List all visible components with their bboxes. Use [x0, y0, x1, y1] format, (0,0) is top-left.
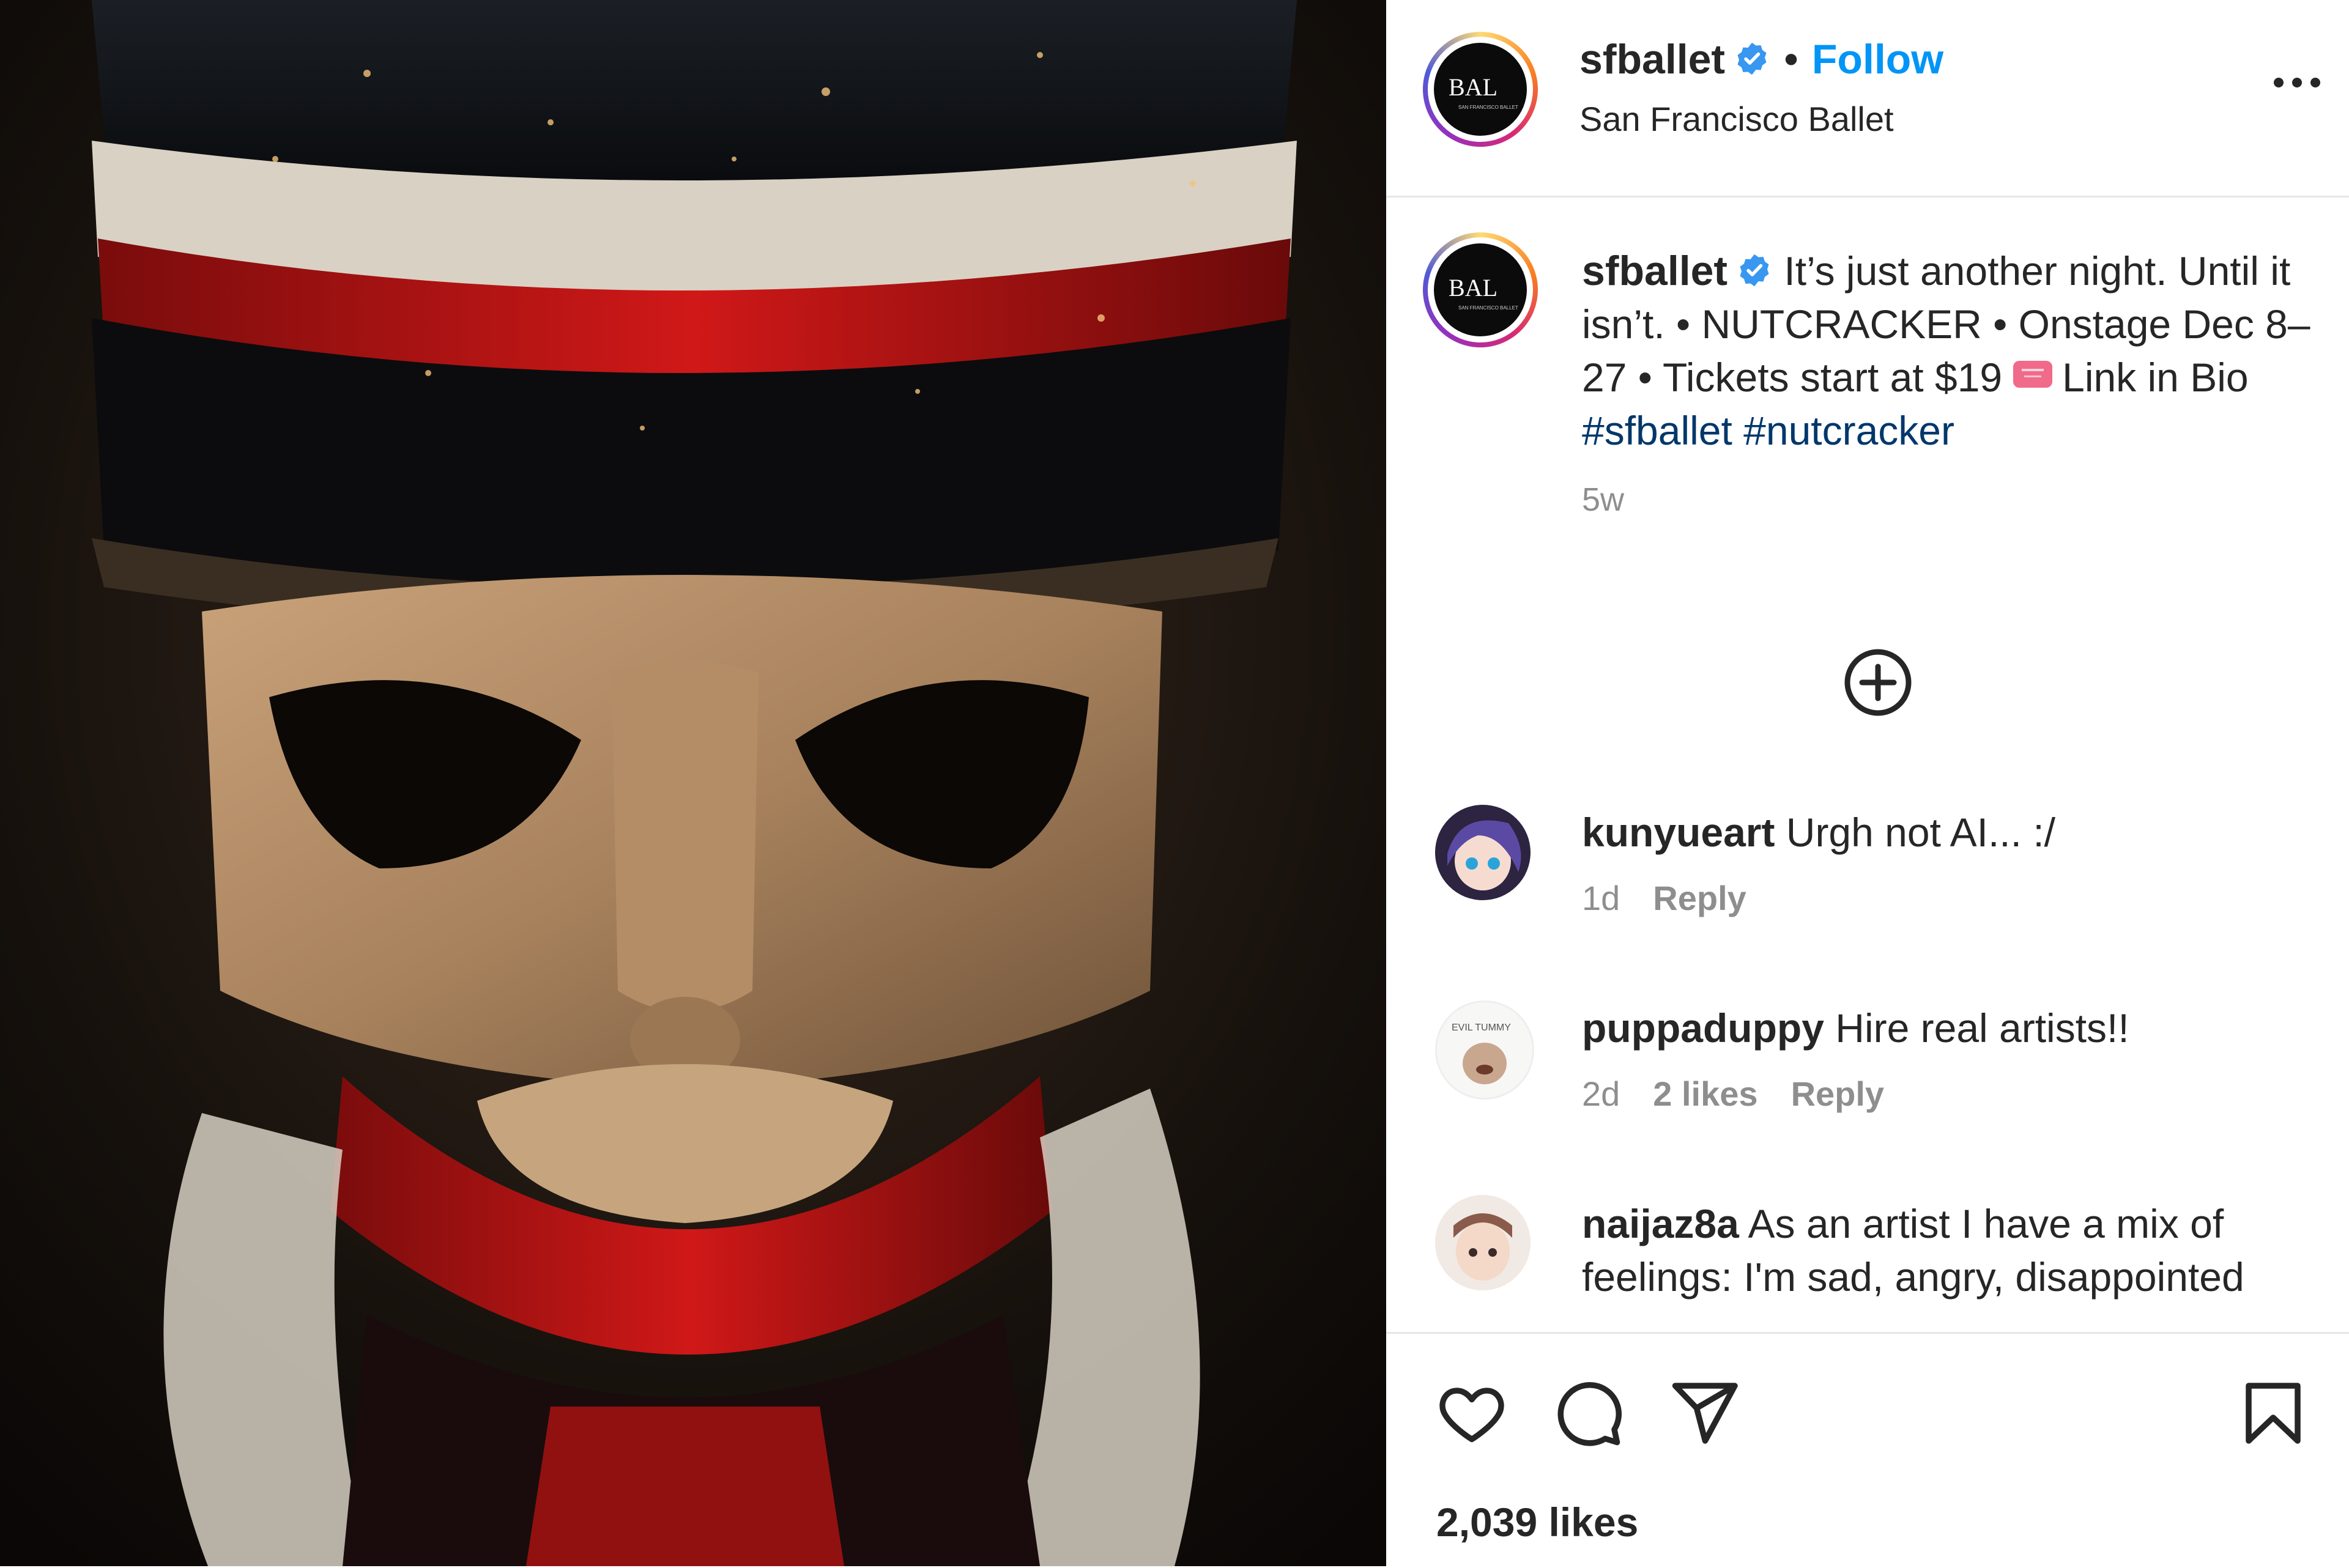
separator-dot: •: [1784, 36, 1798, 83]
comment-age[interactable]: 1d: [1582, 879, 1620, 917]
commenter-username[interactable]: puppaduppy: [1582, 1005, 1824, 1051]
commenter-username[interactable]: naijaz8a: [1582, 1201, 1739, 1246]
post-panel: BAL SAN FRANCISCO BALLET sfballet • Follow…: [1386, 0, 2349, 1568]
caption-username[interactable]: sfballet: [1582, 248, 1727, 294]
reply-button[interactable]: Reply: [1791, 1074, 1885, 1113]
send-icon[interactable]: [1668, 1377, 1741, 1450]
commenter-username[interactable]: kunyueart: [1582, 810, 1775, 855]
svg-text:EVIL TUMMY: EVIL TUMMY: [1452, 1023, 1511, 1033]
comment-icon[interactable]: [1551, 1377, 1625, 1450]
verified-badge-icon: [1740, 254, 1769, 287]
ballet-logo-icon: BAL SAN FRANCISCO BALLET: [1434, 43, 1527, 136]
heart-icon[interactable]: [1435, 1377, 1508, 1450]
ticket-emoji-icon: [2013, 361, 2053, 388]
post-age[interactable]: 5w: [1582, 473, 2316, 527]
follow-button[interactable]: Follow: [1812, 36, 1943, 83]
commenter-avatar[interactable]: EVIL TUMMY: [1435, 1000, 1534, 1100]
post-image[interactable]: [0, 0, 1386, 1566]
commenter-avatar[interactable]: [1435, 805, 1531, 900]
more-options-icon[interactable]: [2269, 73, 2325, 92]
reply-button[interactable]: Reply: [1653, 879, 1746, 917]
comment-text: Urgh not AI... :/: [1786, 810, 2055, 855]
post-actions-bar: 2,039 likes: [1386, 1332, 2349, 1568]
author-avatar[interactable]: BAL SAN FRANCISCO BALLET: [1423, 32, 1538, 147]
svg-text:BAL: BAL: [1449, 274, 1497, 301]
caption-avatar[interactable]: BAL SAN FRANCISCO BALLET: [1423, 232, 1538, 347]
location-label[interactable]: San Francisco Ballet: [1579, 99, 1894, 139]
svg-text:SAN FRANCISCO BALLET: SAN FRANCISCO BALLET: [1458, 105, 1518, 110]
commenter-avatar[interactable]: [1435, 1195, 1531, 1290]
post-header: BAL SAN FRANCISCO BALLET sfballet • Follow…: [1386, 0, 2349, 198]
ballet-logo-icon: BAL SAN FRANCISCO BALLET: [1434, 243, 1527, 336]
comment-likes[interactable]: 2 likes: [1653, 1074, 1757, 1113]
add-circle-icon[interactable]: [1842, 647, 1913, 718]
hashtag-link[interactable]: #sfballet: [1582, 408, 1732, 453]
svg-text:BAL: BAL: [1449, 73, 1497, 101]
svg-text:SAN FRANCISCO BALLET: SAN FRANCISCO BALLET: [1458, 305, 1518, 311]
bookmark-icon[interactable]: [2236, 1377, 2310, 1450]
author-username[interactable]: sfballet: [1579, 36, 1725, 83]
hashtag-link[interactable]: #nutcracker: [1743, 408, 1954, 453]
caption-text-link-in-bio: Link in Bio: [2062, 355, 2249, 400]
likes-count[interactable]: 2,039 likes: [1436, 1499, 1638, 1545]
nutcracker-illustration: [0, 0, 1386, 1566]
comment-text: Hire real artists!!: [1835, 1005, 2129, 1051]
verified-badge-icon: [1737, 42, 1767, 75]
post-caption: sfballet It’s just another night. Until …: [1582, 245, 2316, 527]
comment-age[interactable]: 2d: [1582, 1074, 1620, 1113]
